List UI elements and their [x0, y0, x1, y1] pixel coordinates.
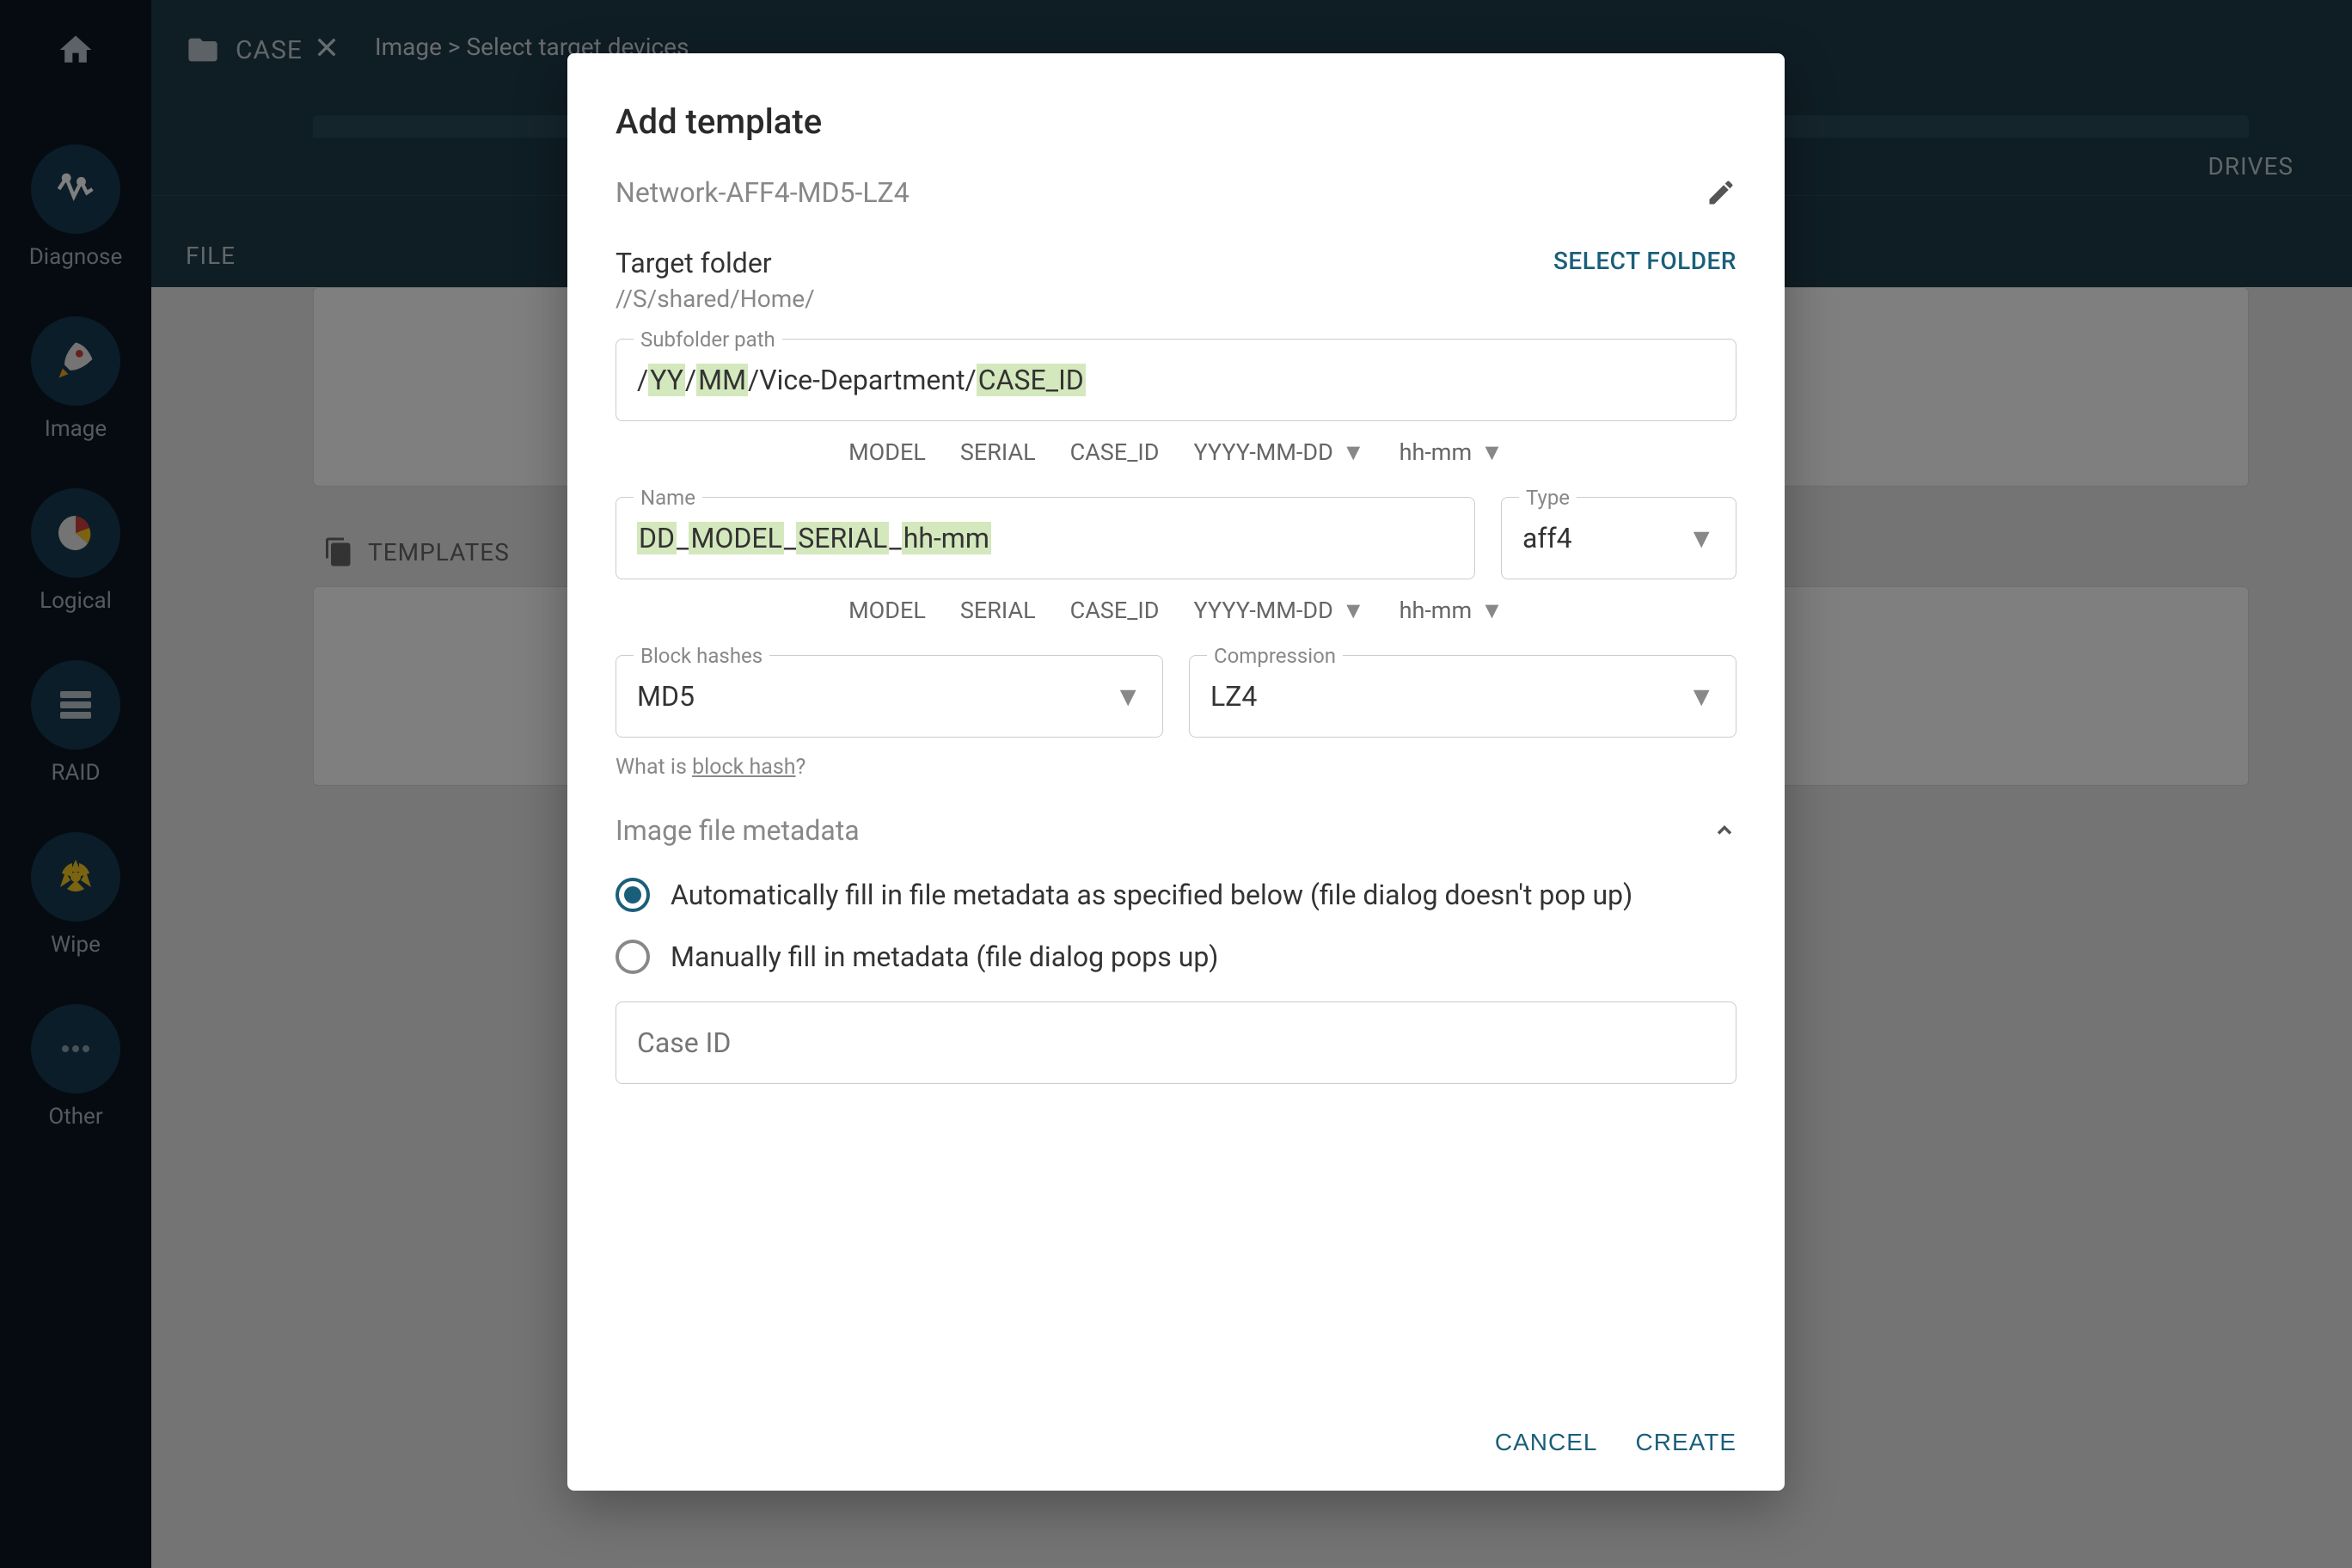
block-hash-label: Block hashes [634, 644, 769, 668]
token-serial[interactable]: SERIAL [960, 597, 1036, 624]
token-row-2: MODEL SERIAL CASE_ID YYYY-MM-DD ▼ hh-mm … [616, 597, 1736, 624]
radio-icon-unchecked [616, 940, 650, 974]
token-model[interactable]: MODEL [848, 438, 926, 466]
name-value[interactable]: DD_MODEL_SERIAL_hh-mm [616, 498, 1474, 579]
chevron-down-icon: ▼ [1687, 680, 1715, 713]
target-folder-label: Target folder [616, 247, 815, 279]
dialog-body: Network-AFF4-MD5-LZ4 Target folder //S/s… [567, 176, 1785, 1403]
add-template-dialog: Add template Network-AFF4-MD5-LZ4 Target… [567, 53, 1785, 1491]
case-id-input[interactable] [616, 1002, 1736, 1083]
target-folder-path: //S/shared/Home/ [616, 285, 815, 313]
cancel-button[interactable]: CANCEL [1495, 1429, 1598, 1456]
name-field[interactable]: Name DD_MODEL_SERIAL_hh-mm [616, 497, 1475, 579]
radio-auto-fill[interactable]: Automatically fill in file metadata as s… [616, 878, 1736, 912]
compression-select[interactable]: Compression LZ4 ▼ [1189, 655, 1736, 738]
block-hash-hint: What is block hash? [616, 755, 1736, 780]
chevron-up-icon [1712, 818, 1736, 842]
chevron-down-icon: ▼ [1687, 522, 1715, 554]
radio-label: Manually fill in metadata (file dialog p… [671, 940, 1218, 973]
metadata-section-title: Image file metadata [616, 814, 860, 847]
case-id-field[interactable] [616, 1001, 1736, 1084]
create-button[interactable]: CREATE [1636, 1429, 1737, 1456]
chevron-down-icon: ▼ [1342, 597, 1365, 624]
token-serial[interactable]: SERIAL [960, 438, 1036, 466]
metadata-section-header[interactable]: Image file metadata [616, 814, 1736, 847]
radio-manual-fill[interactable]: Manually fill in metadata (file dialog p… [616, 940, 1736, 974]
token-date[interactable]: YYYY-MM-DD ▼ [1193, 438, 1364, 466]
template-name: Network-AFF4-MD5-LZ4 [616, 176, 910, 209]
type-label: Type [1519, 486, 1577, 510]
block-hash-value: MD5 [637, 680, 695, 713]
radio-label: Automatically fill in file metadata as s… [671, 879, 1632, 911]
chevron-down-icon: ▼ [1480, 438, 1504, 466]
subfolder-label: Subfolder path [634, 328, 782, 352]
token-case-id[interactable]: CASE_ID [1070, 438, 1160, 466]
token-model[interactable]: MODEL [848, 597, 926, 624]
dialog-title: Add template [567, 53, 1785, 176]
radio-icon-checked [616, 878, 650, 912]
block-hash-link[interactable]: block hash [692, 755, 795, 780]
chevron-down-icon: ▼ [1114, 680, 1142, 713]
name-label: Name [634, 486, 702, 510]
token-row-1: MODEL SERIAL CASE_ID YYYY-MM-DD ▼ hh-mm … [616, 438, 1736, 466]
token-case-id[interactable]: CASE_ID [1070, 597, 1160, 624]
edit-icon[interactable] [1706, 177, 1736, 208]
subfolder-field[interactable]: Subfolder path /YY/MM/Vice-Department/CA… [616, 339, 1736, 421]
compression-value: LZ4 [1210, 680, 1257, 713]
dialog-footer: CANCEL CREATE [567, 1403, 1785, 1491]
type-value: aff4 [1522, 522, 1572, 554]
token-time[interactable]: hh-mm ▼ [1400, 438, 1504, 466]
token-date[interactable]: YYYY-MM-DD ▼ [1193, 597, 1364, 624]
chevron-down-icon: ▼ [1342, 438, 1365, 466]
block-hash-select[interactable]: Block hashes MD5 ▼ [616, 655, 1163, 738]
subfolder-value[interactable]: /YY/MM/Vice-Department/CASE_ID [616, 340, 1736, 420]
chevron-down-icon: ▼ [1480, 597, 1504, 624]
select-folder-button[interactable]: SELECT FOLDER [1553, 247, 1736, 275]
token-time[interactable]: hh-mm ▼ [1400, 597, 1504, 624]
compression-label: Compression [1207, 644, 1343, 668]
type-select[interactable]: Type aff4 ▼ [1501, 497, 1736, 579]
